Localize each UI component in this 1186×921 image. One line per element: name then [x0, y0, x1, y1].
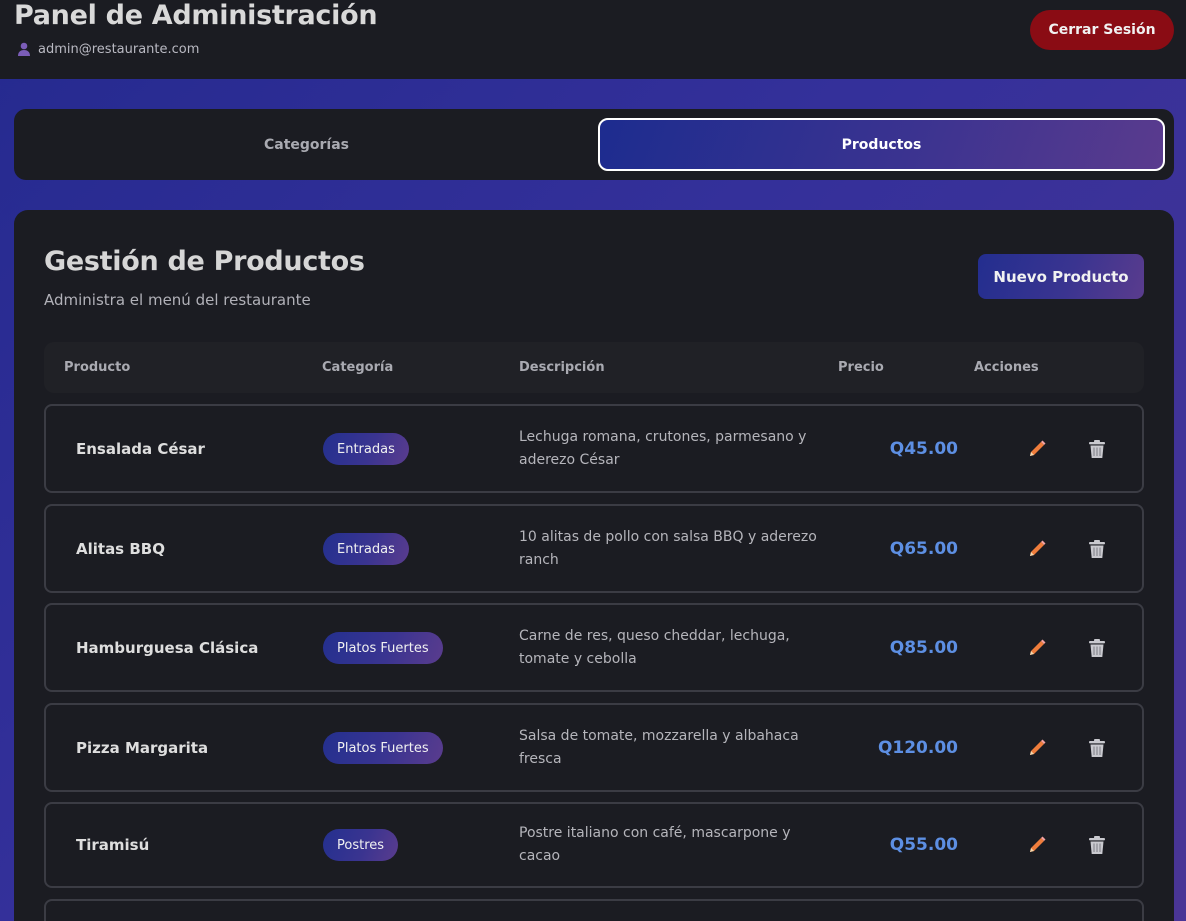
table-row	[44, 899, 1144, 921]
category-badge: Platos Fuertes	[323, 732, 443, 764]
user-email: admin@restaurante.com	[38, 41, 200, 57]
category-badge: Postres	[323, 829, 399, 861]
logout-button[interactable]: Cerrar Sesión	[1030, 10, 1174, 50]
section-title: Gestión de Productos	[44, 246, 365, 277]
top-header: Panel de Administración admin@restaurant…	[0, 0, 1186, 79]
user-info: admin@restaurante.com	[16, 41, 199, 57]
user-icon	[16, 41, 32, 57]
product-name: Ensalada César	[76, 439, 205, 458]
product-description: Lechuga romana, crutones, parmesano y ad…	[519, 428, 807, 468]
product-name: Pizza Margarita	[76, 738, 209, 757]
new-product-button[interactable]: Nuevo Producto	[978, 254, 1144, 299]
trash-icon[interactable]	[1085, 636, 1109, 660]
products-panel: Gestión de Productos Administra el menú …	[14, 210, 1174, 921]
table-row: Tiramisú Postres Postre italiano con caf…	[44, 802, 1144, 888]
section-subtitle: Administra el menú del restaurante	[44, 291, 311, 309]
table-row: Ensalada César Entradas Lechuga romana, …	[44, 404, 1144, 493]
column-header-acciones: Acciones	[974, 360, 1039, 375]
table-row: Hamburguesa Clásica Platos Fuertes Carne…	[44, 603, 1144, 692]
pencil-icon[interactable]	[1025, 537, 1049, 561]
column-header-producto: Producto	[64, 360, 131, 375]
product-name: Alitas BBQ	[76, 539, 165, 558]
product-description: Postre italiano con café, mascarpone y c…	[519, 825, 791, 864]
product-price: Q85.00	[889, 637, 958, 658]
trash-icon[interactable]	[1085, 736, 1109, 760]
tab-categorias[interactable]: Categorías	[23, 118, 590, 171]
product-price: Q65.00	[889, 538, 958, 559]
column-header-precio: Precio	[838, 360, 884, 375]
product-price: Q120.00	[877, 737, 958, 758]
table-row: Pizza Margarita Platos Fuertes Salsa de …	[44, 703, 1144, 792]
category-badge: Platos Fuertes	[323, 632, 443, 664]
pencil-icon[interactable]	[1025, 833, 1049, 857]
product-price: Q55.00	[889, 835, 958, 855]
table-row: Alitas BBQ Entradas 10 alitas de pollo c…	[44, 504, 1144, 593]
pencil-icon[interactable]	[1025, 636, 1049, 660]
product-description: Carne de res, queso cheddar, lechuga, to…	[519, 627, 790, 667]
column-header-categoria: Categoría	[322, 360, 394, 375]
table-header: Producto Categoría Descripción Precio Ac…	[44, 342, 1144, 393]
category-badge: Entradas	[323, 433, 409, 465]
trash-icon[interactable]	[1085, 537, 1109, 561]
product-description: 10 alitas de pollo con salsa BBQ y adere…	[519, 528, 817, 568]
pencil-icon[interactable]	[1025, 736, 1049, 760]
product-name: Hamburguesa Clásica	[76, 638, 259, 657]
section-tabs: Categorías Productos	[14, 109, 1174, 180]
trash-icon[interactable]	[1085, 437, 1109, 461]
category-badge: Entradas	[323, 533, 409, 565]
tab-productos[interactable]: Productos	[598, 118, 1165, 171]
pencil-icon[interactable]	[1025, 437, 1049, 461]
product-description: Salsa de tomate, mozzarella y albahaca f…	[519, 727, 799, 767]
product-price: Q45.00	[889, 438, 958, 459]
product-name: Tiramisú	[76, 836, 150, 854]
column-header-descripcion: Descripción	[519, 360, 605, 375]
trash-icon[interactable]	[1085, 833, 1109, 857]
page-title: Panel de Administración	[14, 0, 378, 31]
